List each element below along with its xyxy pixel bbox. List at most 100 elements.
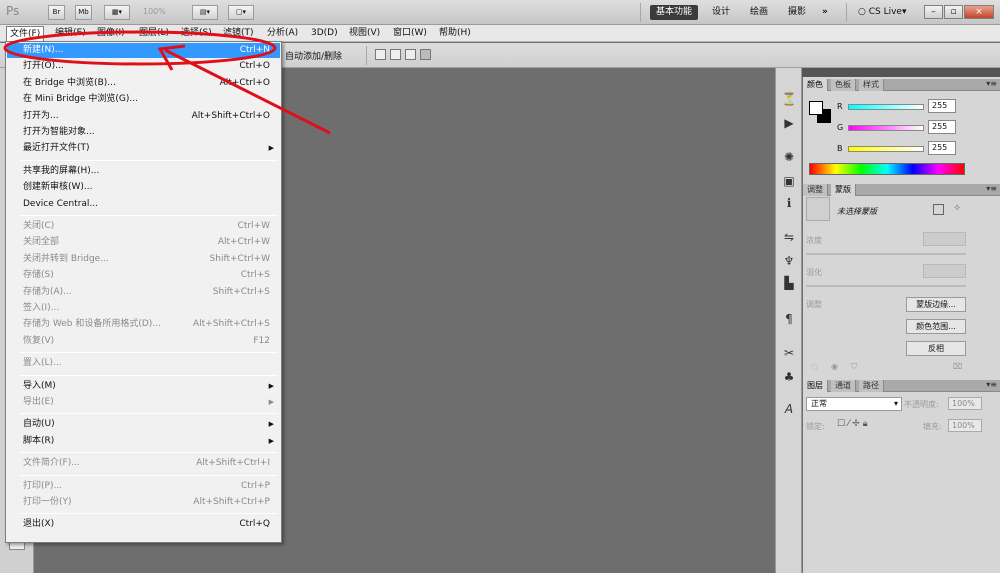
- vector-mask-icon[interactable]: ✧: [953, 203, 961, 214]
- screen-mode-button[interactable]: ▢▾: [228, 5, 254, 20]
- invert-button[interactable]: 反相: [906, 341, 966, 356]
- maximize-button[interactable]: ▫: [944, 5, 963, 19]
- blue-value[interactable]: 255: [928, 141, 956, 155]
- workspace-photography[interactable]: 摄影: [782, 5, 812, 20]
- menu-3d[interactable]: 3D(D): [308, 26, 341, 41]
- puppet-icon[interactable]: ♆: [780, 252, 798, 270]
- history-icon[interactable]: ⏳: [780, 90, 798, 108]
- file-menu-item[interactable]: 新建(N)... Ctrl+N: [7, 43, 280, 58]
- mask-edge-button[interactable]: 蒙版边缘...: [906, 297, 966, 312]
- lock-label: 锁定:: [806, 422, 825, 431]
- info-icon[interactable]: ℹ: [780, 194, 798, 212]
- file-menu-item: 签入(I)...: [7, 301, 280, 316]
- file-menu-item[interactable]: 共享我的屏幕(H)...: [7, 164, 280, 179]
- menu-item-label: 置入(L)...: [23, 358, 62, 369]
- file-menu-item[interactable]: 退出(X) Ctrl+Q: [7, 517, 280, 532]
- mini-bridge-button[interactable]: Mb: [75, 5, 92, 20]
- menu-window[interactable]: 窗口(W): [390, 26, 430, 41]
- menu-edit[interactable]: 编辑(E): [52, 26, 89, 41]
- menu-item-shortcut: Alt+Shift+Ctrl+S: [193, 319, 270, 330]
- opacity-field[interactable]: 100%: [948, 397, 982, 410]
- fill-field[interactable]: 100%: [948, 419, 982, 432]
- foreground-color-swatch[interactable]: [809, 101, 823, 115]
- tab-paths[interactable]: 路径: [859, 380, 884, 392]
- apply-mask-icon[interactable]: ⛉: [851, 362, 857, 372]
- tab-color[interactable]: 颜色: [803, 79, 828, 91]
- tab-masks[interactable]: 蒙版: [831, 184, 856, 196]
- bridge-button[interactable]: Br: [48, 5, 65, 20]
- path-subtract-icon[interactable]: [390, 49, 401, 60]
- menu-image[interactable]: 图像(I): [94, 26, 128, 41]
- color-spectrum-bar[interactable]: [809, 163, 965, 175]
- view-extras-button[interactable]: ▦▾: [104, 5, 130, 20]
- green-slider[interactable]: [848, 125, 924, 131]
- red-slider[interactable]: [848, 104, 924, 110]
- menu-filter[interactable]: 滤镜(T): [220, 26, 257, 41]
- file-menu-item[interactable]: 在 Mini Bridge 中浏览(G)...: [7, 92, 280, 107]
- actions-icon[interactable]: ▶: [780, 114, 798, 132]
- visibility-icon[interactable]: ◉: [831, 362, 838, 371]
- blend-mode-select[interactable]: 正常 ▾: [806, 397, 902, 411]
- menu-file[interactable]: 文件(F): [6, 26, 45, 41]
- menu-item-shortcut: Alt+Ctrl+W: [217, 237, 270, 248]
- tab-swatches[interactable]: 色板: [831, 79, 856, 91]
- file-menu-item[interactable]: 导入(M) ▶: [7, 379, 280, 394]
- zoom-level[interactable]: 100%: [143, 7, 166, 16]
- color-range-button[interactable]: 颜色范围...: [906, 319, 966, 334]
- workspace-design[interactable]: 设计: [706, 5, 736, 20]
- clone-source-icon[interactable]: ▣: [780, 172, 798, 190]
- file-menu-item[interactable]: 脚本(R) ▶: [7, 434, 280, 449]
- paragraph-icon[interactable]: ¶: [780, 310, 798, 328]
- load-selection-icon[interactable]: ◌: [811, 362, 818, 371]
- workspace-painting[interactable]: 绘画: [744, 5, 774, 20]
- file-menu-item[interactable]: 在 Bridge 中浏览(B)... Alt+Ctrl+O: [7, 76, 280, 91]
- chevron-down-icon: ▾: [893, 399, 898, 408]
- menu-select[interactable]: 选择(S): [178, 26, 215, 41]
- dock-collapse-strip[interactable]: [775, 68, 1000, 77]
- menu-view[interactable]: 视图(V): [346, 26, 383, 41]
- panel-menu-icon[interactable]: ▾≡: [986, 79, 997, 88]
- file-menu-item[interactable]: 自动(U) ▶: [7, 417, 280, 432]
- panel-menu-icon[interactable]: ▾≡: [986, 184, 997, 193]
- menu-layer[interactable]: 图层(L): [136, 26, 172, 41]
- panel-menu-icon[interactable]: ▾≡: [986, 380, 997, 389]
- pixel-mask-icon[interactable]: [933, 204, 944, 215]
- path-combine-icon[interactable]: [375, 49, 386, 60]
- blue-slider[interactable]: [848, 146, 924, 152]
- path-exclude-icon[interactable]: [420, 49, 431, 60]
- cs-live-button[interactable]: ○ CS Live▾: [852, 5, 913, 20]
- red-value[interactable]: 255: [928, 99, 956, 113]
- green-value[interactable]: 255: [928, 120, 956, 134]
- path-intersect-icon[interactable]: [405, 49, 416, 60]
- tab-adjustments[interactable]: 调整: [803, 184, 828, 196]
- file-menu-item[interactable]: 创建新审核(W)...: [7, 180, 280, 195]
- minimize-button[interactable]: –: [924, 5, 943, 19]
- menu-item-label: 导出(E): [23, 397, 54, 407]
- more-workspaces-icon[interactable]: »: [816, 5, 834, 20]
- menu-analysis[interactable]: 分析(A): [264, 26, 301, 41]
- tool-presets-icon[interactable]: ✂: [780, 344, 798, 362]
- menu-help[interactable]: 帮助(H): [436, 26, 474, 41]
- arrange-documents-button[interactable]: ▤▾: [192, 5, 218, 20]
- lock-icons[interactable]: ☐ ⁄ ✢ 🔒︎: [837, 419, 867, 429]
- cs-live-icon: ○: [858, 7, 866, 17]
- close-button[interactable]: ×: [964, 5, 994, 19]
- tab-channels[interactable]: 通道: [831, 380, 856, 392]
- notes-icon[interactable]: ♣: [780, 368, 798, 386]
- file-menu-item[interactable]: 打开为智能对象...: [7, 125, 280, 140]
- character-icon[interactable]: A: [780, 400, 798, 418]
- file-menu-item[interactable]: Device Central...: [7, 197, 280, 212]
- adjustments-icon[interactable]: ⇋: [780, 228, 798, 246]
- file-menu-item[interactable]: 打开为... Alt+Shift+Ctrl+O: [7, 109, 280, 124]
- density-slider: [806, 253, 966, 255]
- brushes-icon[interactable]: ✺: [780, 148, 798, 166]
- file-menu-item[interactable]: 最近打开文件(T) ▶: [7, 141, 280, 156]
- delete-mask-icon[interactable]: ⌧: [953, 362, 962, 371]
- auto-add-delete-option[interactable]: 自动添加/删除: [285, 49, 342, 62]
- blue-label: B: [837, 144, 843, 153]
- histogram-icon[interactable]: ▙: [780, 274, 798, 292]
- file-menu-item[interactable]: 打开(O)... Ctrl+O: [7, 59, 280, 74]
- tab-styles[interactable]: 样式: [859, 79, 884, 91]
- workspace-essentials[interactable]: 基本功能: [650, 5, 699, 20]
- tab-layers[interactable]: 图层: [803, 380, 828, 392]
